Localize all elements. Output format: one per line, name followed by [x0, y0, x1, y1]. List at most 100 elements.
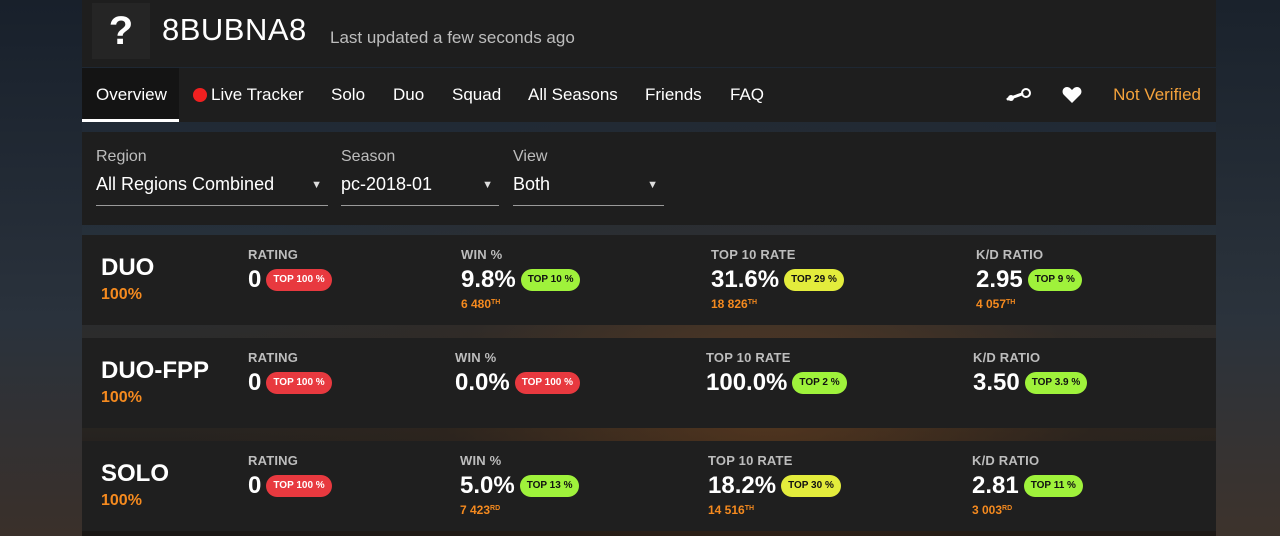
view-filter: View Both ▼: [513, 148, 664, 206]
stat-value: 0: [248, 369, 262, 396]
stat-value: 5.0%: [460, 472, 515, 499]
tab-live-tracker[interactable]: Live Tracker: [193, 68, 304, 122]
percentile-badge: TOP 100 %: [514, 372, 581, 394]
last-updated-text: Last updated a few seconds ago: [330, 28, 575, 47]
stat-label: K/D RATIO: [973, 350, 1041, 365]
stat-value: 3.50: [973, 369, 1020, 396]
stat-win-percent: WIN % 9.8% TOP 10 % 6 480TH: [461, 247, 581, 311]
percentile-badge: TOP 3.9 %: [1024, 372, 1088, 394]
stat-top10-rate: TOP 10 RATE 31.6% TOP 29 % 18 826TH: [711, 247, 844, 311]
region-filter: Region All Regions Combined ▼: [96, 148, 328, 206]
stat-value: 31.6%: [711, 266, 780, 293]
tab-squad[interactable]: Squad: [452, 68, 501, 122]
view-select[interactable]: Both ▼: [513, 174, 664, 206]
percentile-badge: TOP 100 %: [266, 269, 332, 291]
percentile-badge: TOP 10 %: [520, 269, 581, 291]
stat-kd-ratio: K/D RATIO 2.81 TOP 11 % 3 003RD: [972, 453, 1083, 517]
stat-rating: RATING 0 TOP 100 %: [248, 453, 332, 501]
background-right: [1216, 0, 1280, 536]
stat-label: RATING: [248, 453, 299, 468]
percentile-badge: TOP 100 %: [266, 475, 332, 497]
view-select-value: Both: [513, 174, 551, 194]
stat-kd-ratio: K/D RATIO 2.95 TOP 9 % 4 057TH: [976, 247, 1082, 311]
region-label: Region: [96, 148, 147, 165]
stat-kd-ratio: K/D RATIO 3.50 TOP 3.9 %: [973, 350, 1088, 398]
stat-top10-rate: TOP 10 RATE 18.2% TOP 30 % 14 516TH: [708, 453, 841, 517]
stat-rating: RATING 0 TOP 100 %: [248, 247, 332, 295]
stat-value: 9.8%: [461, 266, 516, 293]
stat-rank-suffix: RD: [1002, 505, 1013, 512]
tab-overview[interactable]: Overview: [82, 68, 179, 122]
stat-value: 2.95: [976, 266, 1023, 293]
region-select-value: All Regions Combined: [96, 174, 275, 194]
stat-rank-suffix: TH: [491, 299, 501, 306]
mode-card-solo: SOLO 100% RATING 0 TOP 100 % WIN % 5.0% …: [82, 441, 1216, 531]
stat-value: 0.0%: [455, 369, 510, 396]
percentile-badge: TOP 11 %: [1023, 475, 1083, 497]
season-select-value: pc-2018-01: [341, 174, 433, 194]
mode-name: DUO: [101, 254, 155, 281]
stat-rank-number: 4 057: [976, 297, 1007, 311]
stat-label: TOP 10 RATE: [708, 453, 793, 468]
stat-value: 100.0%: [706, 369, 788, 396]
stat-rank: 7 423RD: [460, 503, 579, 517]
dropdown-arrow-icon: ▼: [311, 179, 322, 191]
stat-top10-rate: TOP 10 RATE 100.0% TOP 2 %: [706, 350, 847, 398]
tab-live-tracker-label: Live Tracker: [211, 85, 304, 104]
mode-card-duo: DUO 100% RATING 0 TOP 100 % WIN % 9.8% T…: [82, 235, 1216, 325]
region-select[interactable]: All Regions Combined ▼: [96, 174, 328, 206]
stat-rank-suffix: RD: [490, 505, 501, 512]
question-mark-icon: ?: [108, 8, 134, 53]
mode-name: SOLO: [101, 460, 170, 487]
stat-rank-number: 3 003: [972, 503, 1003, 517]
profile-header: ? 8BUBNA8 Last updated a few seconds ago: [82, 0, 1216, 67]
tab-all-seasons[interactable]: All Seasons: [528, 68, 618, 122]
mode-percent: 100%: [101, 389, 142, 406]
filters-panel: Region All Regions Combined ▼ Season pc-…: [82, 132, 1216, 225]
profile-nav: Overview Live Tracker Solo Duo Squad All…: [82, 68, 1216, 122]
stat-rating: RATING 0 TOP 100 %: [248, 350, 332, 398]
stat-label: TOP 10 RATE: [711, 247, 796, 262]
stat-value: 18.2%: [708, 472, 777, 499]
stat-rank: 18 826TH: [711, 297, 844, 311]
percentile-badge: TOP 30 %: [781, 475, 841, 497]
tab-duo[interactable]: Duo: [393, 68, 424, 122]
stat-label: RATING: [248, 350, 299, 365]
stat-rank-number: 18 826: [711, 297, 748, 311]
not-verified-link[interactable]: Not Verified: [1113, 68, 1201, 122]
stat-rank: 14 516TH: [708, 503, 841, 517]
stat-label: K/D RATIO: [976, 247, 1044, 262]
stat-label: WIN %: [461, 247, 503, 262]
stat-value: 2.81: [972, 472, 1019, 499]
stat-label: TOP 10 RATE: [706, 350, 791, 365]
tab-friends[interactable]: Friends: [645, 68, 702, 122]
tab-solo[interactable]: Solo: [331, 68, 365, 122]
stat-rank-suffix: TH: [1006, 299, 1016, 306]
stat-rank: 6 480TH: [461, 297, 580, 311]
stat-rank-suffix: TH: [744, 505, 755, 512]
tab-faq[interactable]: FAQ: [730, 68, 764, 122]
stat-rank-number: 14 516: [708, 503, 745, 517]
percentile-badge: TOP 29 %: [784, 269, 844, 291]
stat-label: WIN %: [455, 350, 497, 365]
stat-win-percent: WIN % 5.0% TOP 13 % 7 423RD: [460, 453, 580, 517]
dropdown-arrow-icon: ▼: [482, 179, 493, 191]
live-dot-icon: [193, 88, 207, 102]
background-left: [0, 0, 82, 536]
avatar: ?: [92, 3, 150, 59]
stat-rank-number: 6 480: [461, 297, 492, 311]
stat-label: K/D RATIO: [972, 453, 1040, 468]
season-select[interactable]: pc-2018-01 ▼: [341, 174, 499, 206]
mode-name: DUO-FPP: [101, 357, 209, 384]
mode-percent: 100%: [101, 492, 142, 509]
steam-icon[interactable]: [1004, 68, 1034, 122]
player-name: 8BUBNA8: [162, 12, 307, 47]
dropdown-arrow-icon: ▼: [647, 179, 658, 191]
season-filter: Season pc-2018-01 ▼: [341, 148, 499, 206]
stat-value: 0: [248, 472, 262, 499]
percentile-badge: TOP 13 %: [519, 475, 580, 497]
stat-rank-number: 7 423: [460, 503, 491, 517]
heart-icon[interactable]: [1057, 68, 1087, 122]
stat-rank: 4 057TH: [976, 297, 1082, 311]
stat-value: 0: [248, 266, 262, 293]
